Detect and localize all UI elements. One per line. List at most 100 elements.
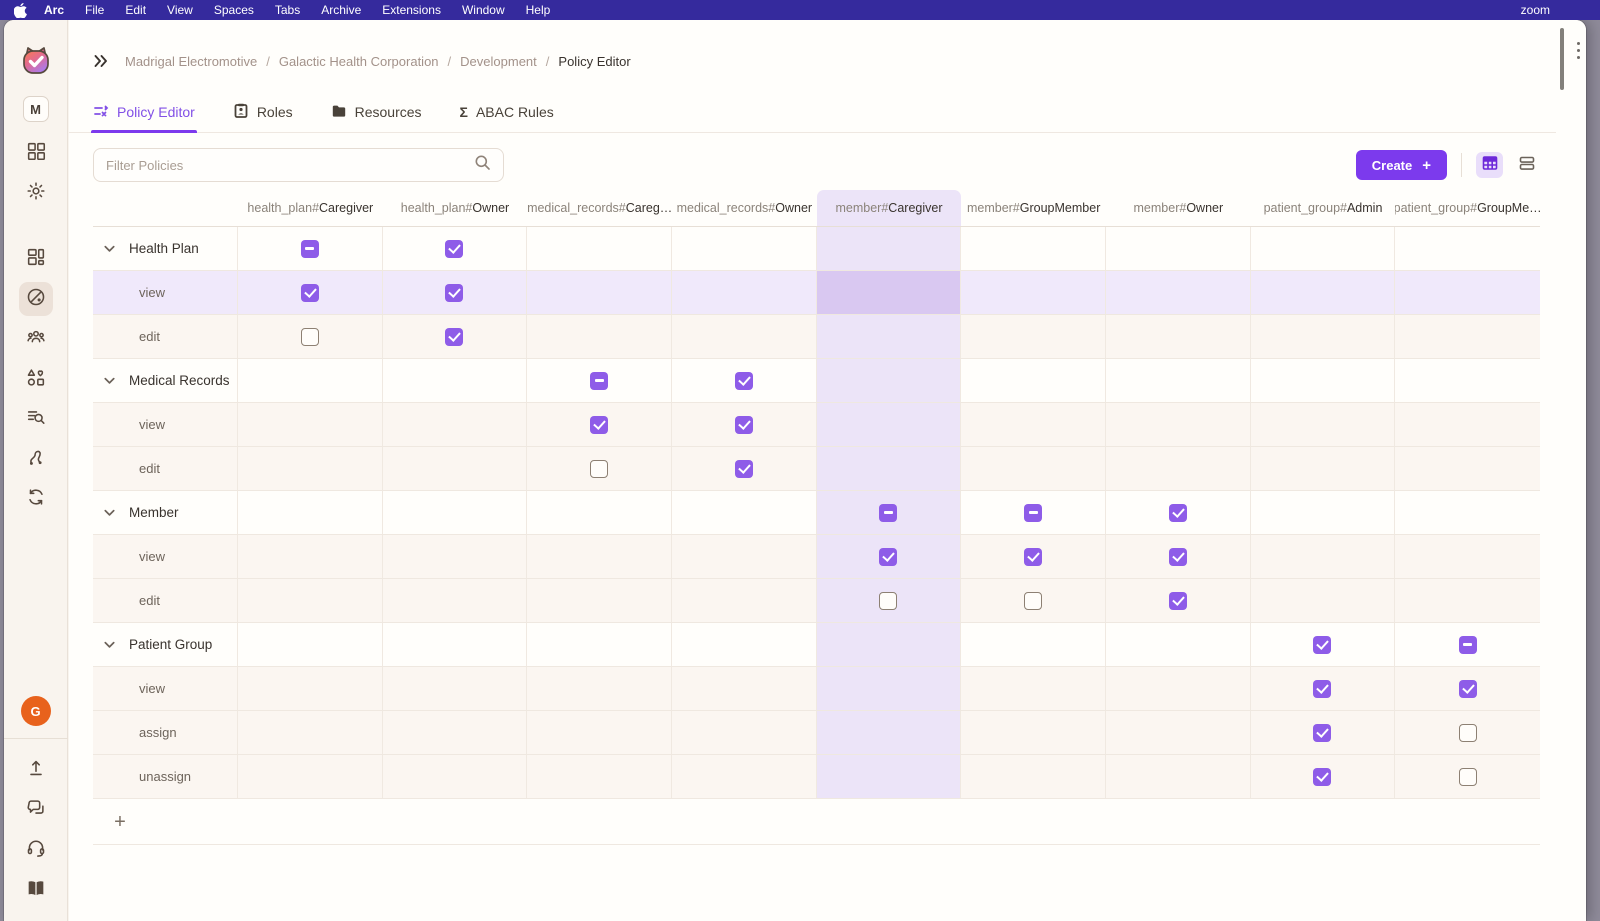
breadcrumb-project[interactable]: Galactic Health Corporation [279, 54, 439, 69]
menu-item-arc[interactable]: Arc [44, 3, 64, 17]
policy-cell[interactable] [1395, 667, 1540, 710]
permission-checkbox-indeterminate[interactable] [1459, 636, 1477, 654]
vertical-scrollbar[interactable] [1560, 28, 1564, 90]
filter-policies-input[interactable] [106, 158, 474, 173]
permission-checkbox-checked[interactable] [445, 328, 463, 346]
policy-cell[interactable] [672, 403, 817, 446]
add-resource-button[interactable]: + [107, 809, 133, 835]
permission-checkbox-checked[interactable] [1459, 680, 1477, 698]
permission-checkbox-unchecked[interactable] [1459, 768, 1477, 786]
permission-checkbox-checked[interactable] [590, 416, 608, 434]
policy-cell[interactable] [383, 315, 528, 358]
permission-checkbox-checked[interactable] [1313, 768, 1331, 786]
sidebar-item-docs[interactable] [19, 873, 53, 907]
column-header[interactable]: patient_group#Admin [1251, 190, 1396, 226]
sidebar-item-policy-editor[interactable] [19, 282, 53, 316]
group-label-cell[interactable]: Health Plan [93, 227, 238, 270]
sidebar-item-export[interactable] [19, 753, 53, 787]
menu-item-extensions[interactable]: Extensions [382, 3, 441, 17]
policy-cell[interactable] [527, 359, 672, 402]
policy-cell[interactable] [1395, 623, 1540, 666]
column-header[interactable]: medical_records#Careg… [527, 190, 672, 226]
policy-cell[interactable] [672, 359, 817, 402]
sidebar-item-audit-log[interactable] [19, 402, 53, 436]
policy-cell[interactable] [817, 491, 962, 534]
policy-cell[interactable] [961, 491, 1106, 534]
policy-cell[interactable] [817, 535, 962, 578]
breadcrumb-env[interactable]: Development [460, 54, 537, 69]
permission-checkbox-indeterminate[interactable] [301, 240, 319, 258]
permission-checkbox-checked[interactable] [735, 460, 753, 478]
sidebar-item-settings[interactable] [19, 176, 53, 210]
sidebar-item-directory[interactable] [19, 322, 53, 356]
policy-cell[interactable] [961, 579, 1106, 622]
policy-cell[interactable] [1106, 535, 1251, 578]
permission-checkbox-unchecked[interactable] [1024, 592, 1042, 610]
column-header[interactable]: member#Owner [1106, 190, 1251, 226]
policy-cell[interactable] [1395, 755, 1540, 798]
group-label-cell[interactable]: Patient Group [93, 623, 238, 666]
menu-item-archive[interactable]: Archive [321, 3, 361, 17]
permission-checkbox-checked[interactable] [1169, 548, 1187, 566]
policy-cell[interactable] [672, 447, 817, 490]
chevron-down-icon[interactable] [102, 637, 117, 652]
column-header[interactable]: health_plan#Owner [383, 190, 528, 226]
permission-checkbox-checked[interactable] [1313, 680, 1331, 698]
policy-cell[interactable] [527, 447, 672, 490]
menu-item-edit[interactable]: Edit [125, 3, 146, 17]
column-header[interactable]: patient_group#GroupMe… [1395, 190, 1540, 226]
sidebar-collapse-icon[interactable] [93, 54, 109, 68]
permission-checkbox-checked[interactable] [735, 416, 753, 434]
policy-cell[interactable] [1251, 711, 1396, 754]
permission-checkbox-unchecked[interactable] [301, 328, 319, 346]
menu-item-view[interactable]: View [167, 3, 193, 17]
permission-checkbox-unchecked[interactable] [590, 460, 608, 478]
permission-checkbox-checked[interactable] [735, 372, 753, 390]
menu-item-window[interactable]: Window [462, 3, 505, 17]
sidebar-item-projects[interactable] [19, 136, 53, 170]
breadcrumb-org[interactable]: Madrigal Electromotive [125, 54, 257, 69]
permission-checkbox-checked[interactable] [301, 284, 319, 302]
policy-cell[interactable] [1106, 579, 1251, 622]
sidebar-item-resources[interactable] [19, 362, 53, 396]
policy-cell[interactable] [961, 535, 1106, 578]
menu-item-file[interactable]: File [85, 3, 104, 17]
apple-menu-icon[interactable] [14, 3, 28, 17]
permission-checkbox-indeterminate[interactable] [879, 504, 897, 522]
create-button[interactable]: Create + [1356, 150, 1447, 180]
permission-checkbox-checked[interactable] [1169, 504, 1187, 522]
permission-checkbox-checked[interactable] [879, 548, 897, 566]
policy-cell[interactable] [1251, 755, 1396, 798]
permission-checkbox-indeterminate[interactable] [590, 372, 608, 390]
sidebar-item-dashboard[interactable] [19, 242, 53, 276]
group-label-cell[interactable]: Medical Records [93, 359, 238, 402]
policy-cell[interactable] [1251, 623, 1396, 666]
user-avatar[interactable]: G [21, 696, 51, 726]
tab-roles[interactable]: Roles [233, 92, 293, 132]
permission-checkbox-checked[interactable] [1313, 724, 1331, 742]
menu-item-help[interactable]: Help [526, 3, 551, 17]
permission-checkbox-checked[interactable] [1169, 592, 1187, 610]
sidebar-item-support[interactable] [19, 833, 53, 867]
tab-policy-editor[interactable]: Policy Editor [93, 92, 195, 132]
permission-checkbox-indeterminate[interactable] [1024, 504, 1042, 522]
sidebar-item-connections[interactable] [19, 442, 53, 476]
chevron-down-icon[interactable] [102, 241, 117, 256]
tab-abac-rules[interactable]: Σ ABAC Rules [460, 92, 554, 132]
permission-checkbox-checked[interactable] [445, 284, 463, 302]
column-header[interactable]: medical_records#Owner [672, 190, 817, 226]
policy-cell[interactable] [238, 315, 383, 358]
menu-item-tabs[interactable]: Tabs [275, 3, 300, 17]
permission-checkbox-checked[interactable] [445, 240, 463, 258]
chevron-down-icon[interactable] [102, 373, 117, 388]
policy-cell[interactable] [1106, 491, 1251, 534]
sidebar-item-sync[interactable] [19, 482, 53, 516]
sidebar-item-feedback[interactable] [19, 793, 53, 827]
permission-checkbox-checked[interactable] [1024, 548, 1042, 566]
grid-view-toggle[interactable] [1476, 152, 1503, 178]
policy-cell[interactable] [238, 271, 383, 314]
permit-logo-icon[interactable] [20, 45, 52, 77]
policy-cell[interactable] [383, 271, 528, 314]
policy-cell[interactable] [383, 227, 528, 270]
window-drag-handle[interactable] [1577, 42, 1580, 59]
